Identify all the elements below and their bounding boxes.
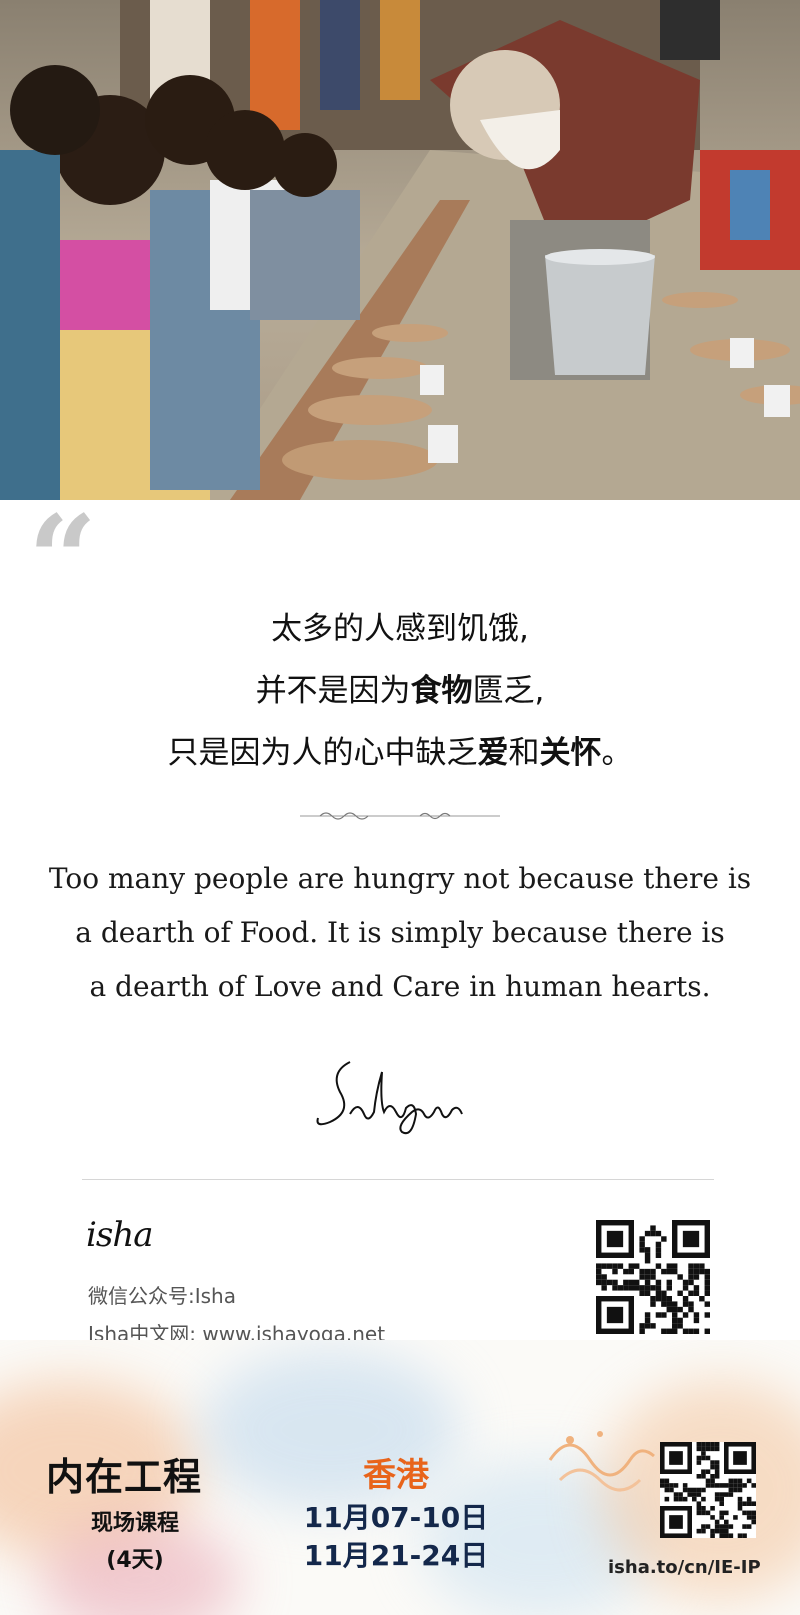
- quote-chinese-line: 并不是因为食物匮乏,: [0, 660, 800, 722]
- community-meal-photo-icon: [0, 0, 800, 500]
- course-title: 内在工程: [46, 1455, 203, 1499]
- wechat-account: 微信公众号:Isha: [88, 1284, 236, 1308]
- course-date-1: 11月07-10日: [303, 1501, 489, 1534]
- section-divider: [82, 1179, 714, 1180]
- quote-text: 匮乏,: [472, 673, 545, 709]
- registration-url[interactable]: isha.to/cn/IE-IP: [608, 1557, 761, 1578]
- quote-chinese-line: 只是因为人的心中缺乏爱和关怀。: [0, 722, 800, 784]
- quote-text: 并不是因为: [255, 673, 411, 709]
- decorative-swirl-icon: [548, 1431, 655, 1492]
- quote-english-line: a dearth of Love and Care in human heart…: [89, 970, 711, 1003]
- registration-qr-code-icon[interactable]: [660, 1442, 756, 1538]
- quote-emphasis: 食物: [410, 673, 473, 709]
- quote-emphasis: 爱: [477, 735, 509, 771]
- quote-text: 太多的人感到饥饿,: [271, 611, 529, 647]
- quote-text: 和: [508, 735, 540, 771]
- isha-logo: isha: [86, 1215, 153, 1255]
- quote-text: 只是因为人的心中缺乏: [167, 735, 478, 771]
- quote-english-line: a dearth of Food. It is simply because t…: [75, 916, 725, 949]
- quote-text: 。: [601, 735, 633, 771]
- ornament-divider-icon: [300, 812, 500, 820]
- course-date-2: 11月21-24日: [303, 1539, 489, 1572]
- sadhguru-signature-icon: [316, 1061, 463, 1135]
- course-city: 香港: [363, 1455, 429, 1494]
- quote-emphasis: 关怀: [539, 735, 602, 771]
- course-subtitle: 现场课程: [90, 1511, 179, 1536]
- quote-chinese-line: 太多的人感到饥饿,: [0, 598, 800, 660]
- quote-chinese: 太多的人感到饥饿, 并不是因为食物匮乏, 只是因为人的心中缺乏爱和关怀。: [0, 598, 800, 784]
- hero-photo: [0, 0, 800, 500]
- quote-english: Too many people are hungry not because t…: [0, 852, 800, 1014]
- qr-code-icon[interactable]: [596, 1220, 710, 1334]
- course-duration: (4天): [106, 1548, 164, 1573]
- quote-english-line: Too many people are hungry not because t…: [48, 862, 752, 895]
